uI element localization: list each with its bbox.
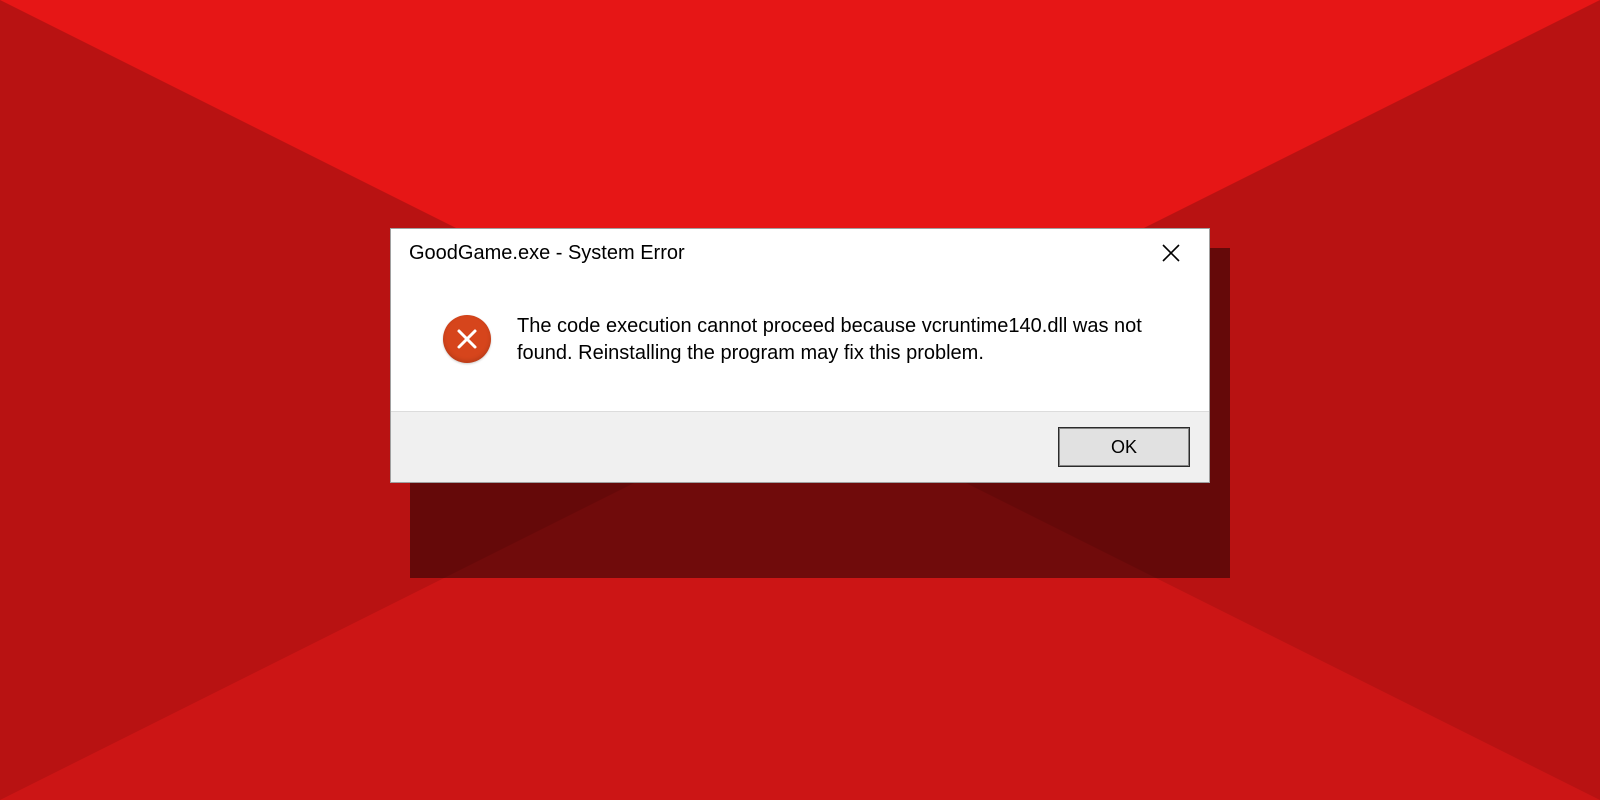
error-dialog: GoodGame.exe - System Error The code exe… <box>390 228 1210 483</box>
dialog-footer: OK <box>391 411 1209 482</box>
error-x-icon <box>443 315 491 363</box>
dialog-titlebar[interactable]: GoodGame.exe - System Error <box>391 229 1209 277</box>
dialog-title: GoodGame.exe - System Error <box>409 242 685 265</box>
close-icon <box>1162 244 1180 262</box>
error-icon-container <box>443 313 491 367</box>
ok-button[interactable]: OK <box>1059 428 1189 466</box>
dialog-body: The code execution cannot proceed becaus… <box>391 277 1209 411</box>
close-button[interactable] <box>1149 231 1193 275</box>
error-message: The code execution cannot proceed becaus… <box>517 313 1157 367</box>
